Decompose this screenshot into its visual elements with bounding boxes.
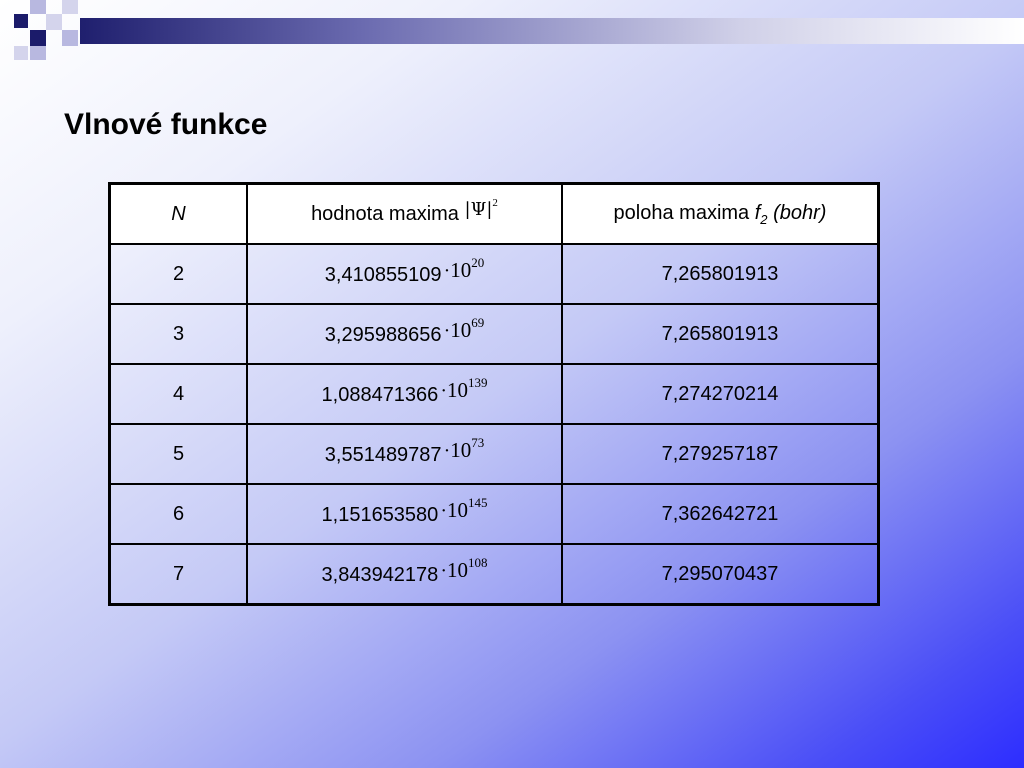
decoration-square bbox=[30, 46, 46, 60]
cell-n: 7 bbox=[108, 543, 248, 606]
cell-n: 2 bbox=[108, 243, 248, 305]
cell-value: 1,151653580·10145 bbox=[246, 483, 563, 545]
cell-value: 1,088471366·10139 bbox=[246, 363, 563, 425]
cell-position: 7,265801913 bbox=[561, 243, 880, 305]
cell-position: 7,265801913 bbox=[561, 303, 880, 365]
table-row: 3 3,295988656·1069 7,265801913 bbox=[108, 303, 880, 365]
cell-value: 3,410855109·1020 bbox=[246, 243, 563, 305]
cell-value: 3,843942178·10108 bbox=[246, 543, 563, 606]
cell-n: 6 bbox=[108, 483, 248, 545]
table-row: 6 1,151653580·10145 7,362642721 bbox=[108, 483, 880, 545]
decoration-square bbox=[62, 30, 78, 46]
header-n: N bbox=[108, 182, 248, 245]
psi-symbol: |Ψ| bbox=[464, 198, 493, 220]
cell-n: 5 bbox=[108, 423, 248, 485]
decoration-square bbox=[30, 0, 46, 14]
header-position: poloha maxima f2 (bohr) bbox=[561, 182, 880, 245]
header-decoration-bar bbox=[80, 18, 1024, 44]
decoration-square bbox=[62, 0, 78, 14]
wavefunction-table: N hodnota maxima |Ψ|2 poloha maxima f2 (… bbox=[108, 182, 880, 606]
cell-value: 3,295988656·1069 bbox=[246, 303, 563, 365]
cell-n: 4 bbox=[108, 363, 248, 425]
table-row: 7 3,843942178·10108 7,295070437 bbox=[108, 543, 880, 606]
table-row: 4 1,088471366·10139 7,274270214 bbox=[108, 363, 880, 425]
decoration-square bbox=[14, 14, 28, 28]
table-header-row: N hodnota maxima |Ψ|2 poloha maxima f2 (… bbox=[108, 182, 880, 245]
header-value: hodnota maxima |Ψ|2 bbox=[246, 182, 563, 245]
decoration-square bbox=[46, 14, 62, 30]
decoration-square bbox=[14, 46, 28, 60]
table-row: 2 3,410855109·1020 7,265801913 bbox=[108, 243, 880, 305]
cell-position: 7,274270214 bbox=[561, 363, 880, 425]
cell-n: 3 bbox=[108, 303, 248, 365]
cell-position: 7,295070437 bbox=[561, 543, 880, 606]
decoration-square bbox=[30, 30, 46, 46]
slide-title: Vlnové funkce bbox=[64, 108, 268, 141]
cell-position: 7,279257187 bbox=[561, 423, 880, 485]
cell-value: 3,551489787·1073 bbox=[246, 423, 563, 485]
table-row: 5 3,551489787·1073 7,279257187 bbox=[108, 423, 880, 485]
cell-position: 7,362642721 bbox=[561, 483, 880, 545]
